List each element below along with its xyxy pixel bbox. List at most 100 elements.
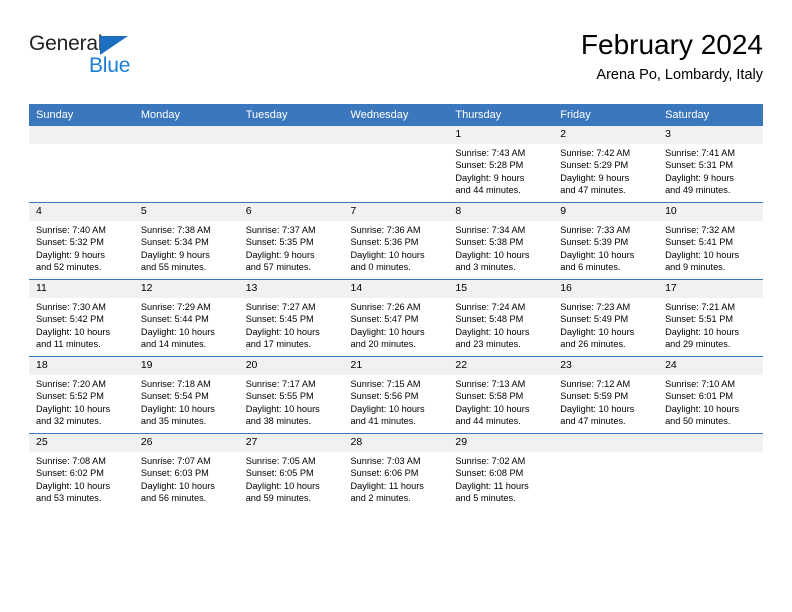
- day-number: 3: [658, 126, 763, 144]
- sunset-text: Sunset: 6:02 PM: [36, 468, 104, 479]
- sunrise-text: Sunrise: 7:03 AM: [350, 456, 421, 466]
- daylight-text-line2: and 11 minutes.: [36, 339, 101, 350]
- daylight-text-line1: Daylight: 10 hours: [560, 249, 635, 260]
- calendar-day-cell[interactable]: 22 Sunrise: 7:13 AM Sunset: 5:58 PM Dayligh…: [448, 356, 554, 434]
- day-number: 29: [448, 434, 554, 452]
- calendar-week-row: 4 Sunrise: 7:40 AM Sunset: 5:32 PM Daylight…: [29, 202, 763, 280]
- sunset-text: Sunset: 6:08 PM: [455, 468, 524, 479]
- calendar-day-cell[interactable]: 28 Sunrise: 7:03 AM Sunset: 6:06 PM Dayligh…: [343, 433, 449, 510]
- calendar-day-cell[interactable]: 1 Sunrise: 7:43 AM Sunset: 5:28 PM Daylight…: [448, 126, 554, 203]
- sunset-text: Sunset: 6:03 PM: [140, 468, 209, 479]
- weekday-header-tuesday: Tuesday: [238, 104, 344, 126]
- sunrise-text: Sunrise: 7:26 AM: [350, 302, 421, 312]
- sunrise-text: Sunrise: 7:34 AM: [455, 225, 526, 235]
- sunrise-text: Sunrise: 7:02 AM: [455, 456, 526, 466]
- calendar-day-cell[interactable]: 10 Sunrise: 7:32 AM Sunset: 5:41 PM Dayligh…: [658, 202, 763, 280]
- day-details: Sunrise: 7:43 AM Sunset: 5:28 PM Daylight:…: [448, 144, 553, 197]
- sunrise-text: Sunrise: 7:23 AM: [560, 302, 631, 312]
- daylight-text-line1: Daylight: 9 hours: [560, 172, 630, 183]
- daylight-text-line1: Daylight: 10 hours: [36, 480, 111, 491]
- daylight-text-line1: Daylight: 10 hours: [665, 326, 740, 337]
- day-number: 7: [343, 203, 449, 221]
- calendar-day-cell[interactable]: 27 Sunrise: 7:05 AM Sunset: 6:05 PM Dayligh…: [238, 433, 344, 510]
- calendar-day-cell[interactable]: 29 Sunrise: 7:02 AM Sunset: 6:08 PM Dayligh…: [448, 433, 554, 510]
- calendar-day-cell[interactable]: 26 Sunrise: 7:07 AM Sunset: 6:03 PM Dayligh…: [133, 433, 239, 510]
- daylight-text-line2: and 35 minutes.: [140, 416, 207, 427]
- calendar-day-cell[interactable]: 17 Sunrise: 7:21 AM Sunset: 5:51 PM Dayligh…: [658, 279, 763, 357]
- sunrise-text: Sunrise: 7:13 AM: [455, 379, 526, 389]
- day-details: Sunrise: 7:33 AM Sunset: 5:39 PM Daylight:…: [553, 221, 658, 274]
- daylight-text-line2: and 52 minutes.: [36, 262, 102, 273]
- calendar-day-cell[interactable]: 25 Sunrise: 7:08 AM Sunset: 6:02 PM Dayligh…: [29, 433, 134, 510]
- calendar-day-cell[interactable]: 8 Sunrise: 7:34 AM Sunset: 5:38 PM Daylight…: [448, 202, 554, 280]
- sunset-text: Sunset: 5:48 PM: [455, 314, 524, 325]
- daylight-text-line1: Daylight: 10 hours: [665, 249, 740, 260]
- day-details: Sunrise: 7:36 AM Sunset: 5:36 PM Daylight:…: [344, 221, 449, 274]
- day-details: Sunrise: 7:24 AM Sunset: 5:48 PM Daylight:…: [448, 298, 553, 351]
- calendar-cell-empty: [658, 433, 763, 510]
- sunrise-text: Sunrise: 7:21 AM: [665, 302, 736, 312]
- day-details: Sunrise: 7:05 AM Sunset: 6:05 PM Daylight:…: [239, 452, 344, 505]
- daylight-text-line2: and 6 minutes.: [560, 262, 621, 273]
- page-header: General Blue February 2024 Arena Po, Lom…: [29, 28, 763, 94]
- calendar-cell-empty: [553, 433, 659, 510]
- daylight-text-line2: and 3 minutes.: [455, 262, 516, 273]
- daylight-text-line1: Daylight: 10 hours: [140, 480, 215, 491]
- sunrise-text: Sunrise: 7:29 AM: [140, 302, 211, 312]
- day-details: Sunrise: 7:38 AM Sunset: 5:34 PM Daylight:…: [134, 221, 239, 274]
- day-number: [658, 434, 763, 452]
- calendar-day-cell[interactable]: 3 Sunrise: 7:41 AM Sunset: 5:31 PM Daylight…: [658, 126, 763, 203]
- day-details: Sunrise: 7:15 AM Sunset: 5:56 PM Daylight:…: [344, 375, 449, 428]
- sunset-text: Sunset: 5:58 PM: [455, 391, 524, 402]
- calendar-day-cell[interactable]: 4 Sunrise: 7:40 AM Sunset: 5:32 PM Daylight…: [29, 202, 134, 280]
- calendar-day-cell[interactable]: 16 Sunrise: 7:23 AM Sunset: 5:49 PM Dayligh…: [553, 279, 659, 357]
- calendar-page: General Blue February 2024 Arena Po, Lom…: [0, 0, 792, 612]
- calendar-day-cell[interactable]: 12 Sunrise: 7:29 AM Sunset: 5:44 PM Dayligh…: [133, 279, 239, 357]
- calendar-day-cell[interactable]: 21 Sunrise: 7:15 AM Sunset: 5:56 PM Dayligh…: [343, 356, 449, 434]
- sunset-text: Sunset: 6:01 PM: [665, 391, 733, 402]
- calendar-day-cell[interactable]: 5 Sunrise: 7:38 AM Sunset: 5:34 PM Daylight…: [133, 202, 239, 280]
- calendar-day-cell[interactable]: 7 Sunrise: 7:36 AM Sunset: 5:36 PM Daylight…: [343, 202, 449, 280]
- calendar-day-cell[interactable]: 20 Sunrise: 7:17 AM Sunset: 5:55 PM Dayligh…: [238, 356, 344, 434]
- daylight-text-line2: and 44 minutes.: [455, 185, 521, 196]
- calendar-day-cell[interactable]: 15 Sunrise: 7:24 AM Sunset: 5:48 PM Dayligh…: [448, 279, 554, 357]
- daylight-text-line2: and 55 minutes.: [140, 262, 207, 273]
- day-details: Sunrise: 7:07 AM Sunset: 6:03 PM Daylight:…: [134, 452, 239, 505]
- calendar-day-cell[interactable]: 13 Sunrise: 7:27 AM Sunset: 5:45 PM Dayligh…: [238, 279, 344, 357]
- calendar-day-cell[interactable]: 24 Sunrise: 7:10 AM Sunset: 6:01 PM Dayligh…: [658, 356, 763, 434]
- day-details: Sunrise: 7:18 AM Sunset: 5:54 PM Daylight:…: [134, 375, 239, 428]
- day-details: Sunrise: 7:42 AM Sunset: 5:29 PM Daylight:…: [553, 144, 658, 197]
- calendar-day-cell[interactable]: 2 Sunrise: 7:42 AM Sunset: 5:29 PM Daylight…: [553, 126, 659, 203]
- day-details: Sunrise: 7:40 AM Sunset: 5:32 PM Daylight:…: [29, 221, 134, 274]
- day-number: 5: [133, 203, 239, 221]
- day-details: Sunrise: 7:37 AM Sunset: 5:35 PM Daylight:…: [239, 221, 344, 274]
- weekday-header-friday: Friday: [553, 104, 659, 126]
- day-number: 14: [343, 280, 449, 298]
- sunrise-text: Sunrise: 7:32 AM: [665, 225, 736, 235]
- sunrise-text: Sunrise: 7:24 AM: [455, 302, 526, 312]
- day-number: 18: [29, 357, 134, 375]
- sunset-text: Sunset: 5:36 PM: [350, 237, 419, 248]
- day-number: [553, 434, 659, 452]
- calendar-day-cell[interactable]: 23 Sunrise: 7:12 AM Sunset: 5:59 PM Dayligh…: [553, 356, 659, 434]
- general-blue-logo: General Blue: [29, 32, 179, 82]
- daylight-text-line2: and 17 minutes.: [245, 339, 312, 350]
- page-title: February 2024: [580, 29, 763, 60]
- calendar-day-cell[interactable]: 14 Sunrise: 7:26 AM Sunset: 5:47 PM Dayligh…: [343, 279, 449, 357]
- calendar-day-cell[interactable]: 9 Sunrise: 7:33 AM Sunset: 5:39 PM Daylight…: [553, 202, 659, 280]
- calendar-day-cell[interactable]: 6 Sunrise: 7:37 AM Sunset: 5:35 PM Daylight…: [238, 202, 344, 280]
- day-number: 19: [133, 357, 239, 375]
- daylight-text-line1: Daylight: 10 hours: [560, 326, 635, 337]
- calendar-cell-empty: [238, 126, 344, 203]
- calendar-day-cell[interactable]: 19 Sunrise: 7:18 AM Sunset: 5:54 PM Dayligh…: [133, 356, 239, 434]
- calendar-day-cell[interactable]: 11 Sunrise: 7:30 AM Sunset: 5:42 PM Dayligh…: [29, 279, 134, 357]
- daylight-text-line1: Daylight: 10 hours: [36, 403, 111, 414]
- day-number: 12: [133, 280, 239, 298]
- sunrise-text: Sunrise: 7:05 AM: [245, 456, 316, 466]
- day-details: Sunrise: 7:17 AM Sunset: 5:55 PM Daylight:…: [239, 375, 344, 428]
- daylight-text-line2: and 50 minutes.: [665, 416, 731, 427]
- calendar-day-cell[interactable]: 18 Sunrise: 7:20 AM Sunset: 5:52 PM Dayligh…: [29, 356, 134, 434]
- calendar-grid: Sunday Monday Tuesday Wednesday Thursday…: [29, 104, 763, 510]
- daylight-text-line1: Daylight: 9 hours: [665, 172, 735, 183]
- sunset-text: Sunset: 5:29 PM: [560, 160, 629, 171]
